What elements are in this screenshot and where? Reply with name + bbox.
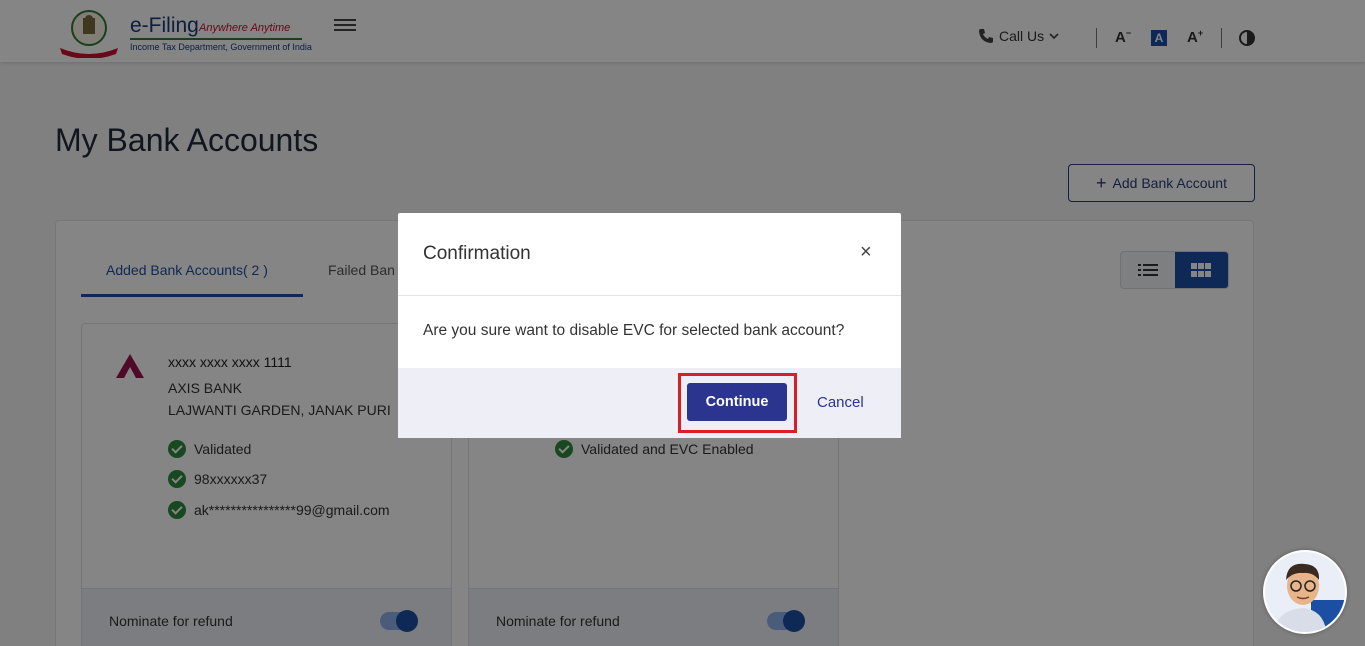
assistant-avatar-icon	[1273, 563, 1345, 632]
cancel-button[interactable]: Cancel	[817, 394, 864, 411]
close-icon[interactable]: ×	[860, 241, 872, 264]
dialog-title: Confirmation	[423, 243, 531, 264]
dialog-message: Are you sure want to disable EVC for sel…	[423, 322, 845, 339]
assistant-avatar[interactable]	[1263, 550, 1347, 634]
confirmation-dialog: Confirmation × Are you sure want to disa…	[398, 213, 901, 438]
dialog-divider	[398, 295, 901, 296]
continue-button[interactable]: Continue	[687, 383, 787, 421]
